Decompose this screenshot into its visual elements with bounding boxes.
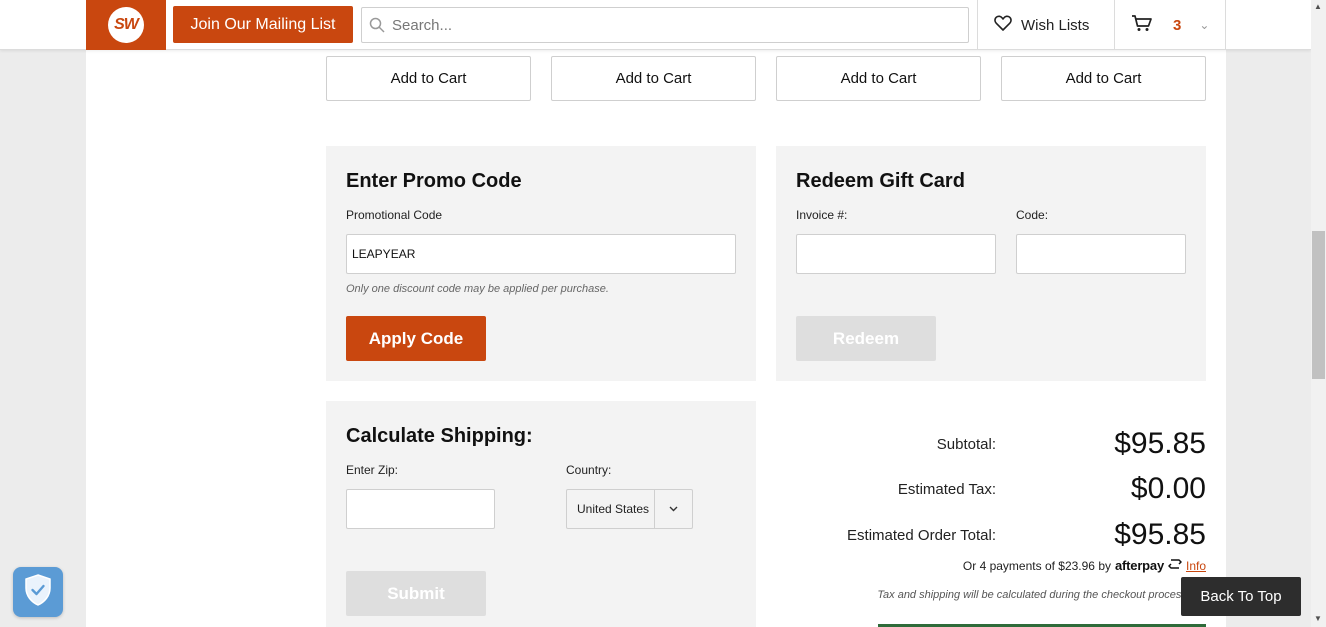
search-icon [362,17,392,33]
subtotal-value: $95.85 [1114,427,1206,460]
invoice-label: Invoice #: [796,208,848,222]
scrollbar-thumb[interactable] [1312,231,1325,379]
wishlist-label: Wish Lists [1021,16,1090,34]
gift-card-title: Redeem Gift Card [796,170,965,192]
country-selected-value: United States [577,502,650,516]
cart-icon [1131,14,1153,37]
afterpay-installments: Or 4 payments of $23.96 by afterpay Info [900,558,1206,573]
back-to-top-button[interactable]: Back To Top [1181,577,1301,616]
promo-title: Enter Promo Code [346,170,522,192]
chevron-down-icon [654,490,692,528]
add-to-cart-button[interactable]: Add to Cart [326,56,531,101]
tax-value: $0.00 [1130,472,1206,505]
privacy-shield-button[interactable] [13,567,63,617]
afterpay-arrows-icon [1168,558,1182,573]
shipping-submit-button[interactable]: Submit [346,571,486,616]
wishlist-link[interactable]: Wish Lists [994,0,1089,50]
afterpay-info-link[interactable]: Info [1186,559,1206,573]
promo-code-input[interactable] [346,234,736,274]
search-box[interactable] [361,7,969,43]
add-to-cart-button[interactable]: Add to Cart [776,56,981,101]
cart-count-badge: 3 [1173,16,1182,34]
top-nav-bar: SW Join Our Mailing List Wish Lists 3 ⌄ [0,0,1311,50]
gift-code-input[interactable] [1016,234,1186,274]
promo-hint: Only one discount code may be applied pe… [346,283,609,295]
country-select[interactable]: United States [566,489,693,529]
scroll-up-arrow-icon[interactable]: ▲ [1314,2,1322,11]
chevron-down-icon[interactable]: ⌄ [1199,18,1209,32]
logo-mark: SW [108,7,144,43]
order-total-value: $95.85 [1114,518,1206,551]
scroll-down-arrow-icon[interactable]: ▼ [1314,614,1322,623]
nav-divider [977,0,978,50]
search-input[interactable] [392,8,968,42]
order-total-label: Estimated Order Total: [847,527,996,544]
nav-divider [1114,0,1115,50]
redeem-button[interactable]: Redeem [796,316,936,361]
heart-icon [994,15,1012,35]
zip-label: Enter Zip: [346,463,399,477]
gift-code-label: Code: [1016,208,1049,222]
country-label: Country: [566,463,612,477]
shield-check-icon [24,573,52,611]
installments-text: Or 4 payments of $23.96 by [962,558,1111,573]
apply-code-button[interactable]: Apply Code [346,316,486,361]
subtotal-label: Subtotal: [936,436,996,453]
nav-divider [1225,0,1226,50]
zip-input[interactable] [346,489,495,529]
join-mailing-list-button[interactable]: Join Our Mailing List [173,6,353,43]
shipping-title: Calculate Shipping: [346,425,533,447]
tax-label: Estimated Tax: [897,481,996,498]
add-to-cart-button[interactable]: Add to Cart [551,56,756,101]
invoice-input[interactable] [796,234,996,274]
cart-link[interactable]: 3 ⌄ [1131,0,1209,50]
add-to-cart-button[interactable]: Add to Cart [1001,56,1206,101]
promo-field-label: Promotional Code [346,208,443,222]
site-logo[interactable]: SW [86,0,166,50]
afterpay-logo: afterpay [1115,558,1164,573]
tax-shipping-note: Tax and shipping will be calculated duri… [877,589,1190,601]
